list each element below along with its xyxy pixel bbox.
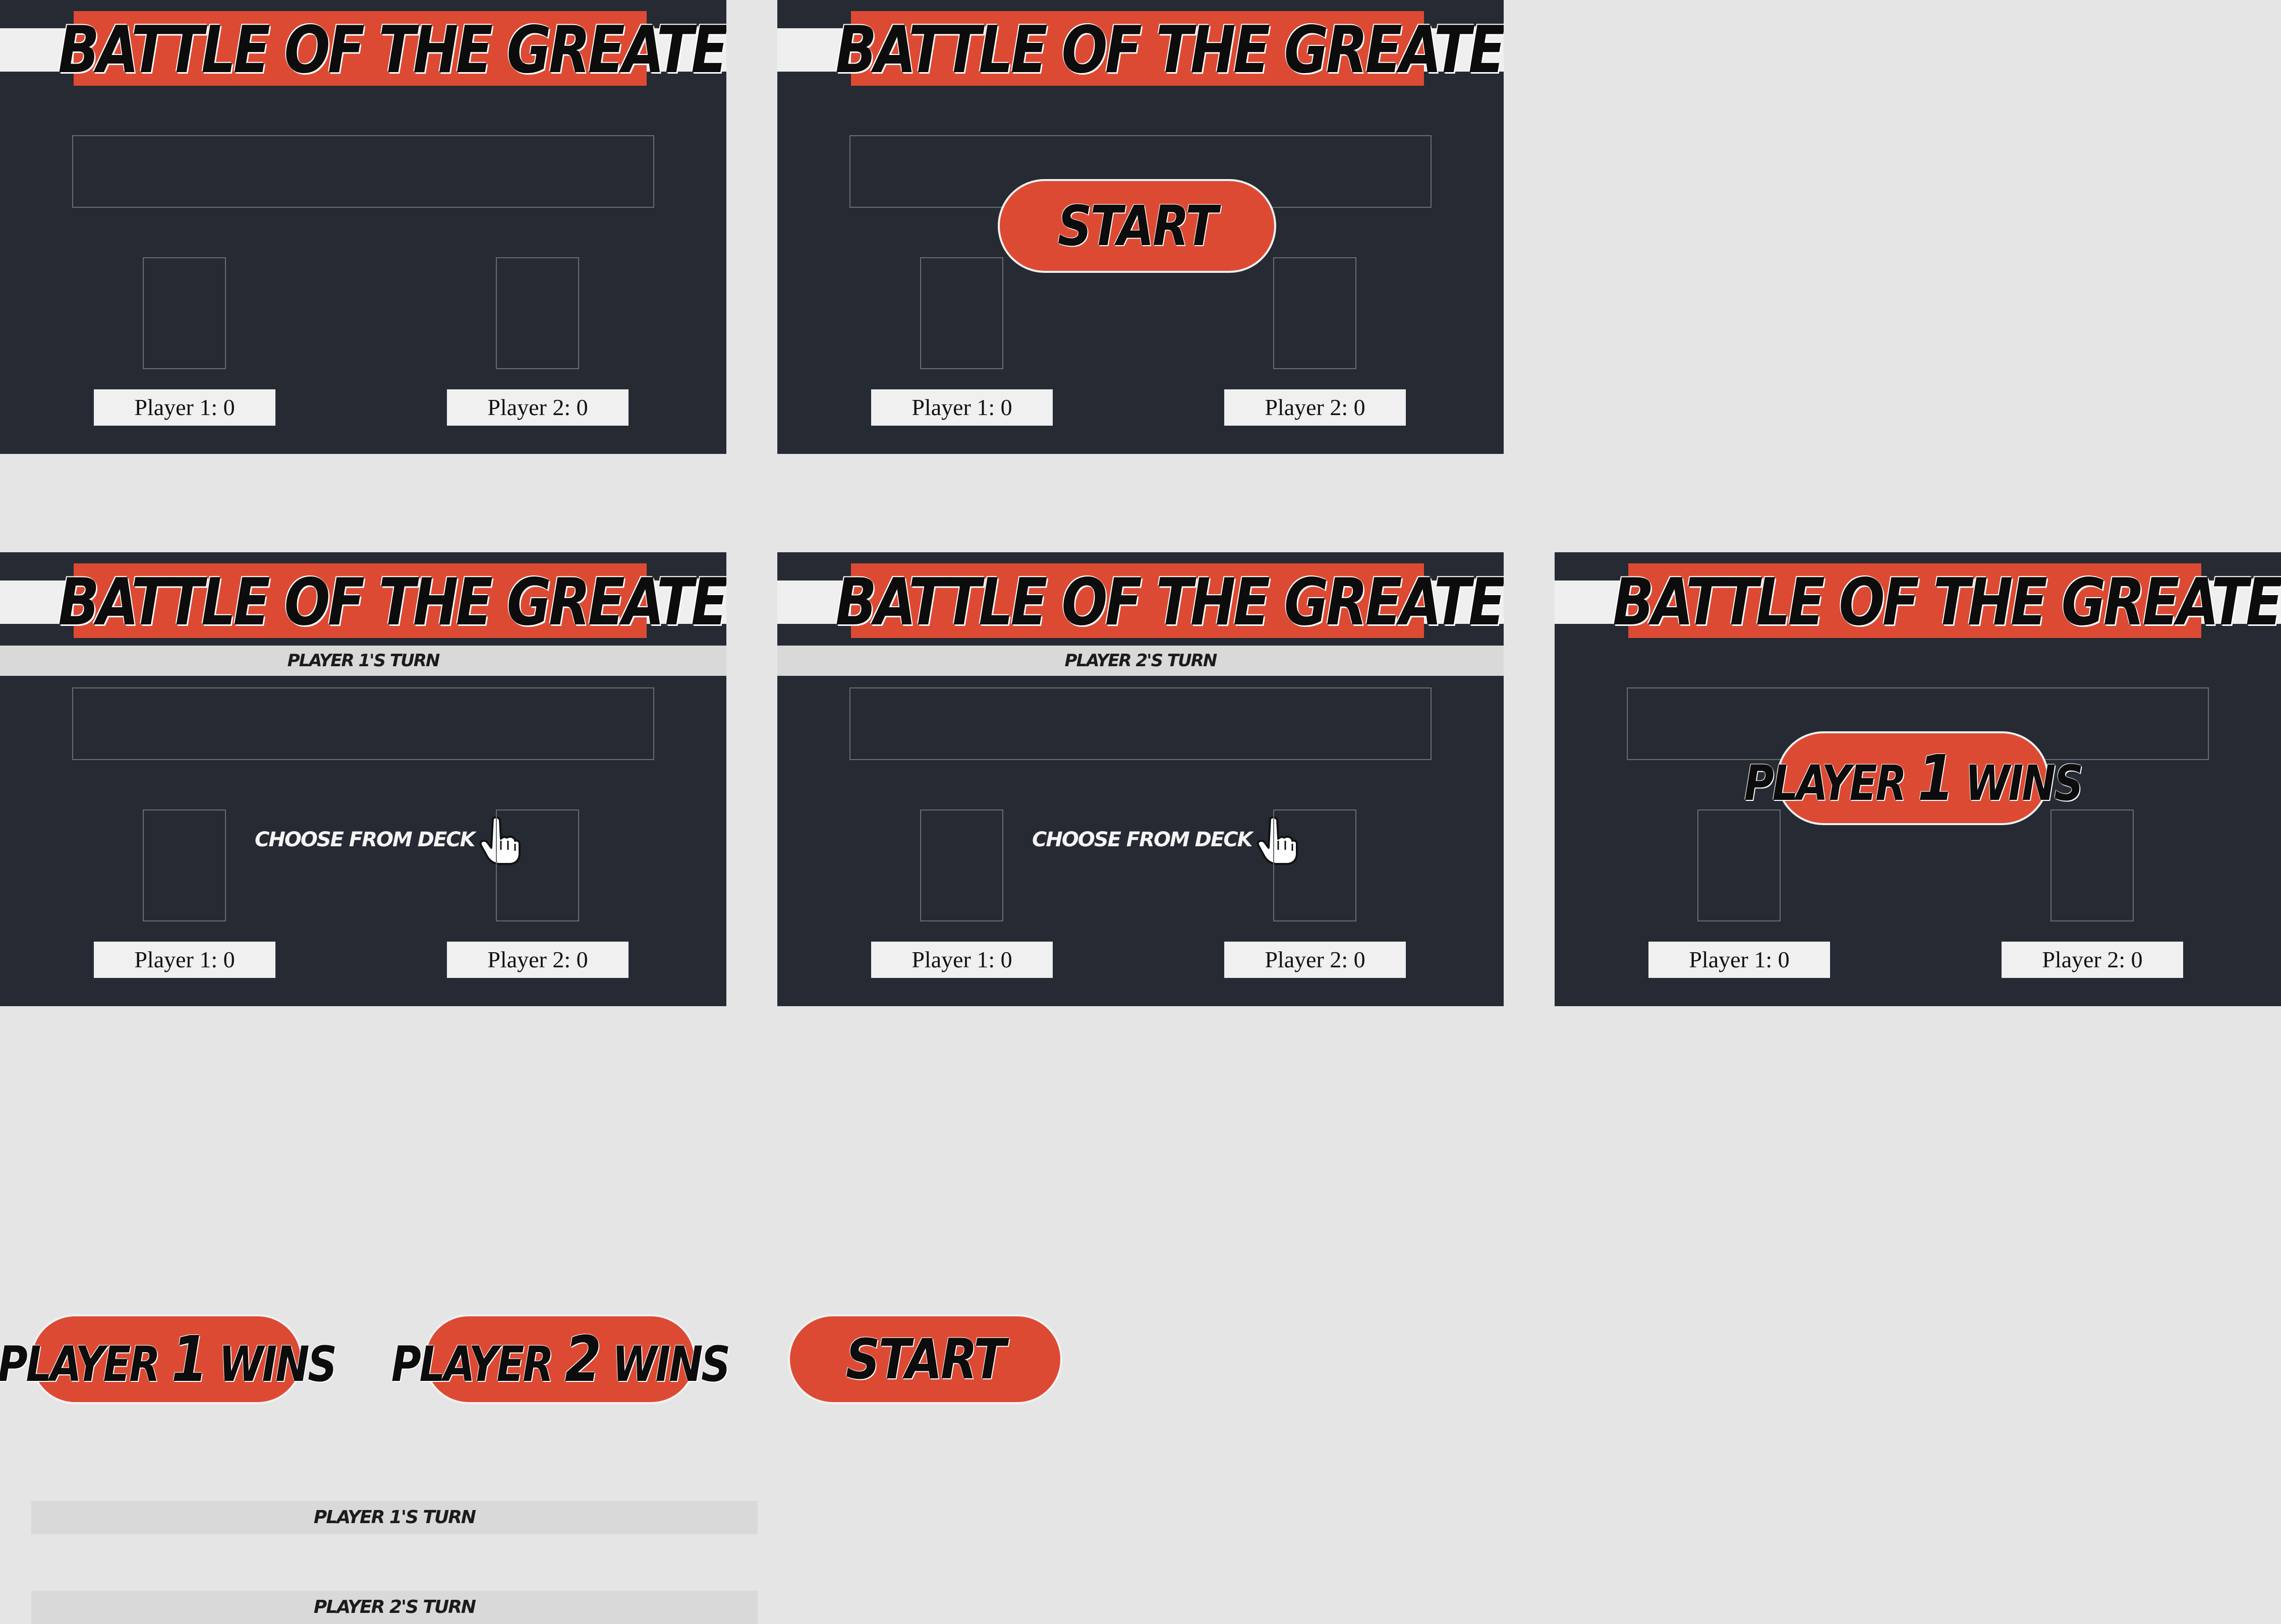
player-1-score: Player 1: 0 bbox=[94, 942, 275, 978]
turn-indicator: PLAYER 2'S TURN bbox=[777, 646, 1504, 676]
start-button[interactable]: START bbox=[998, 179, 1276, 273]
turn-indicator: PLAYER 1'S TURN bbox=[0, 646, 726, 676]
player-2-score: Player 2: 0 bbox=[447, 389, 629, 426]
player-2-card-slot bbox=[496, 809, 579, 921]
player-2-card-slot bbox=[1273, 257, 1356, 369]
game-title: BATTLE OF THE GREATEST bbox=[1613, 565, 2281, 640]
player-1-card-slot bbox=[143, 809, 226, 921]
game-screen-start: BATTLE OF THE GREATEST Player 1: 0 Playe… bbox=[777, 0, 1504, 454]
game-screen-player-1-turn: BATTLE OF THE GREATEST PLAYER 1'S TURN C… bbox=[0, 552, 726, 1006]
wins-suffix: WINS bbox=[1965, 755, 2083, 811]
player-2-card-slot bbox=[2050, 809, 2134, 921]
player-1-wins-badge: PLAYER 1 WINS bbox=[1744, 731, 2083, 825]
player-1-wins-asset: PLAYER 1 WINS bbox=[0, 1314, 337, 1404]
player-2-score: Player 2: 0 bbox=[1224, 389, 1406, 426]
player-2-card-slot bbox=[1273, 809, 1356, 921]
wins-number: 1 bbox=[1917, 741, 1954, 815]
player-2-score: Player 2: 0 bbox=[1224, 942, 1406, 978]
player-2-wins-asset: PLAYER 2 WINS bbox=[391, 1314, 730, 1404]
game-title: BATTLE OF THE GREATEST bbox=[835, 13, 1504, 88]
player-1-card-slot bbox=[1697, 809, 1781, 921]
board-slot bbox=[72, 687, 654, 760]
player-2-score: Player 2: 0 bbox=[2002, 942, 2183, 978]
player-1-turn-banner-asset: PLAYER 1'S TURN bbox=[31, 1501, 758, 1534]
player-1-score: Player 1: 0 bbox=[871, 389, 1053, 426]
player-1-score: Player 1: 0 bbox=[871, 942, 1053, 978]
board-slot bbox=[72, 135, 654, 208]
start-button-label: START bbox=[845, 1327, 1006, 1391]
player-2-score: Player 2: 0 bbox=[447, 942, 629, 978]
game-title: BATTLE OF THE GREATEST bbox=[58, 13, 726, 88]
player-2-card-slot bbox=[496, 257, 579, 369]
game-screen-player-2-turn: BATTLE OF THE GREATEST PLAYER 2'S TURN C… bbox=[777, 552, 1504, 1006]
board-slot bbox=[849, 687, 1432, 760]
wins-number: 2 bbox=[564, 1322, 601, 1396]
player-2-turn-banner-asset: PLAYER 2'S TURN bbox=[31, 1591, 758, 1624]
player-1-card-slot bbox=[920, 809, 1003, 921]
choose-from-deck[interactable]: CHOOSE FROM DECK bbox=[1032, 816, 1298, 865]
wins-prefix: PLAYER bbox=[1744, 755, 1906, 811]
player-1-card-slot bbox=[920, 257, 1003, 369]
wins-number: 1 bbox=[171, 1322, 208, 1396]
game-title: BATTLE OF THE GREATEST bbox=[835, 565, 1504, 640]
wins-prefix: PLAYER bbox=[391, 1336, 553, 1393]
wins-prefix: PLAYER bbox=[0, 1336, 160, 1393]
game-screen-idle: BATTLE OF THE GREATEST Player 1: 0 Playe… bbox=[0, 0, 726, 454]
choose-from-deck-label: CHOOSE FROM DECK bbox=[255, 828, 476, 851]
start-button-asset[interactable]: START bbox=[788, 1314, 1062, 1404]
game-title: BATTLE OF THE GREATEST bbox=[58, 565, 726, 640]
player-1-score: Player 1: 0 bbox=[94, 389, 275, 426]
choose-from-deck[interactable]: CHOOSE FROM DECK bbox=[255, 816, 521, 865]
player-1-card-slot bbox=[143, 257, 226, 369]
player-1-score: Player 1: 0 bbox=[1648, 942, 1830, 978]
choose-from-deck-label: CHOOSE FROM DECK bbox=[1032, 828, 1253, 851]
game-screen-player-1-wins: BATTLE OF THE GREATEST Player 1: 0 Playe… bbox=[1555, 552, 2281, 1006]
wins-suffix: WINS bbox=[612, 1336, 730, 1393]
wins-suffix: WINS bbox=[218, 1336, 337, 1393]
start-button-label: START bbox=[1057, 194, 1218, 258]
